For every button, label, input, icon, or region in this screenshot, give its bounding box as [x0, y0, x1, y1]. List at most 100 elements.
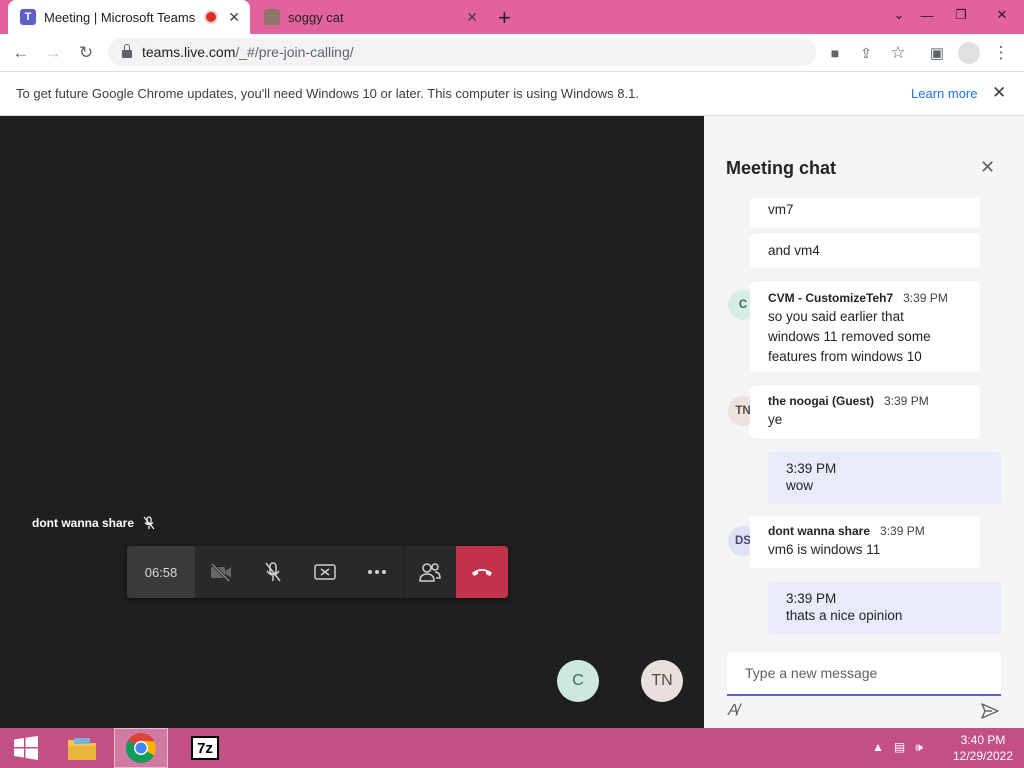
- message-time: 3:39 PM: [903, 291, 948, 305]
- message-meta: CVM - CustomizeTeh7 3:39 PM: [768, 291, 974, 305]
- windows-taskbar: 7z ▲ ▤ 🕪 3:40 PM 12/29/2022: [0, 728, 1024, 768]
- message-author: CVM - CustomizeTeh7: [768, 291, 894, 305]
- camera-toggle-button[interactable]: [195, 546, 247, 598]
- 7zip-label: 7z: [197, 739, 213, 757]
- message-body: CVM - CustomizeTeh7 3:39 PM so you said e…: [768, 291, 974, 367]
- menu-kebab-icon[interactable]: ⋮: [988, 40, 1014, 66]
- browser-toolbar: ← → ↻ teams.live.com/_#/pre-join-calling…: [0, 34, 1024, 72]
- teams-icon: T: [20, 9, 36, 25]
- hang-up-phone-icon: [472, 569, 492, 576]
- tab-title: soggy cat: [288, 9, 344, 25]
- bookmark-star-icon[interactable]: ☆: [885, 40, 911, 66]
- chat-message: and vm4: [750, 234, 980, 268]
- message-text: ye: [768, 412, 783, 427]
- mic-toggle-button[interactable]: [247, 546, 299, 598]
- close-tab-icon[interactable]: ✕: [466, 9, 478, 26]
- message-line: windows 11 removed some: [768, 329, 931, 344]
- close-window-button[interactable]: ✕: [982, 0, 1022, 30]
- chat-message: CVM - CustomizeTeh7 3:39 PM so you said e…: [750, 282, 980, 372]
- browser-tab-strip: T Meeting | Microsoft Teams ✕ soggy cat …: [0, 0, 1024, 34]
- format-text-icon[interactable]: A̸: [728, 702, 739, 720]
- message-text: and vm4: [768, 243, 820, 258]
- message-body: the noogai (Guest) 3:39 PM ye: [768, 394, 929, 430]
- address-bar[interactable]: teams.live.com/_#/pre-join-calling/: [108, 38, 816, 66]
- message-author: the noogai (Guest): [768, 394, 874, 408]
- compose-input[interactable]: [743, 664, 987, 682]
- clock-time: 3:40 PM: [960, 733, 1006, 747]
- message-text: wow: [786, 478, 814, 493]
- message-time: 3:39 PM: [884, 394, 929, 408]
- lock-icon: [122, 44, 132, 58]
- chrome-icon: [125, 733, 157, 764]
- message-body: 3:39 PM thats a nice opinion: [786, 591, 902, 623]
- more-actions-button[interactable]: [351, 546, 403, 598]
- meeting-chat-panel: Meeting chat ✕ vm7 and vm4 C CVM - Custo…: [704, 116, 1024, 728]
- show-hidden-icons-icon[interactable]: ▲: [872, 740, 884, 755]
- reload-icon[interactable]: ↻: [73, 40, 99, 66]
- message-time: 3:39 PM: [880, 524, 925, 538]
- forward-arrow-icon[interactable]: →: [40, 40, 66, 66]
- message-author: dont wanna share: [768, 524, 871, 538]
- chat-message: dont wanna share 3:39 PM vm6 is windows 1…: [750, 516, 980, 568]
- side-panel-icon[interactable]: ▣: [924, 40, 950, 66]
- chat-message: vm7: [750, 198, 980, 228]
- system-clock[interactable]: 3:40 PM 12/29/2022: [948, 732, 1018, 764]
- meeting-stage: dont wanna share 06:58 C TN: [0, 116, 704, 728]
- tab-soggy-cat[interactable]: soggy cat ✕: [252, 0, 488, 34]
- chat-message-list[interactable]: vm7 and vm4 C CVM - CustomizeTeh7 3:39 PM…: [704, 198, 1024, 638]
- call-timer: 06:58: [127, 546, 195, 598]
- tab-meeting[interactable]: T Meeting | Microsoft Teams ✕: [8, 0, 250, 34]
- chat-title: Meeting chat: [726, 158, 837, 178]
- learn-more-link[interactable]: Learn more: [911, 86, 977, 101]
- infobar-message: To get future Google Chrome updates, you…: [16, 86, 639, 101]
- hang-up-button[interactable]: [456, 546, 508, 598]
- message-body: dont wanna share 3:39 PM vm6 is windows 1…: [768, 524, 925, 560]
- url-text: teams.live.com/_#/pre-join-calling/: [142, 44, 354, 60]
- message-time: 3:39 PM: [786, 591, 837, 606]
- chat-message: the noogai (Guest) 3:39 PM ye: [750, 386, 980, 438]
- close-tab-icon[interactable]: ✕: [228, 9, 240, 26]
- message-text: thats a nice opinion: [786, 608, 903, 623]
- update-infobar: To get future Google Chrome updates, you…: [0, 72, 1024, 116]
- camera-off-icon: [210, 562, 231, 582]
- message-line: so you said earlier that: [768, 309, 904, 324]
- 7zip-taskbar-button[interactable]: 7z: [178, 728, 232, 768]
- share-icon[interactable]: ⇪: [853, 40, 879, 66]
- folder-icon: [68, 738, 96, 760]
- call-control-group: [195, 546, 403, 598]
- back-arrow-icon[interactable]: ←: [8, 40, 34, 66]
- own-chat-message: 3:39 PM thats a nice opinion: [768, 582, 1001, 634]
- system-tray: ▲ ▤ 🕪: [872, 740, 923, 755]
- start-button[interactable]: [8, 728, 44, 768]
- tab-title: Meeting | Microsoft Teams: [44, 9, 196, 25]
- new-tab-button[interactable]: +: [498, 5, 511, 31]
- volume-icon[interactable]: 🕪: [915, 740, 923, 755]
- profile-avatar-icon[interactable]: [958, 42, 980, 64]
- own-chat-message: 3:39 PM wow: [768, 452, 1001, 504]
- minimize-button[interactable]: —: [910, 0, 944, 30]
- network-icon[interactable]: ▤: [894, 740, 905, 755]
- participant-avatar[interactable]: TN: [641, 660, 683, 702]
- close-infobar-icon[interactable]: ✕: [992, 83, 1006, 103]
- share-screen-button[interactable]: [299, 546, 351, 598]
- close-chat-icon[interactable]: ✕: [980, 157, 995, 178]
- clock-date: 12/29/2022: [952, 749, 1014, 763]
- message-text: vm6 is windows 11: [768, 542, 881, 557]
- send-icon[interactable]: [980, 701, 1000, 721]
- restore-button[interactable]: ❐: [944, 0, 978, 30]
- participant-avatar[interactable]: C: [557, 660, 599, 702]
- more-dots-icon: [368, 570, 386, 574]
- participant-caption: dont wanna share: [32, 516, 156, 530]
- chrome-taskbar-button[interactable]: [114, 728, 168, 768]
- file-explorer-button[interactable]: [60, 728, 104, 768]
- message-line: features from windows 10: [768, 349, 922, 364]
- message-text: vm7: [768, 202, 794, 217]
- stop-share-icon: [314, 564, 336, 580]
- camera-icon[interactable]: ■: [822, 40, 848, 66]
- message-body: 3:39 PM wow: [786, 461, 836, 493]
- compose-box[interactable]: [727, 652, 1001, 696]
- participants-button[interactable]: [403, 546, 456, 598]
- recording-indicator-icon: [204, 10, 219, 24]
- mic-off-icon: [265, 562, 281, 582]
- message-meta: dont wanna share 3:39 PM: [768, 524, 925, 538]
